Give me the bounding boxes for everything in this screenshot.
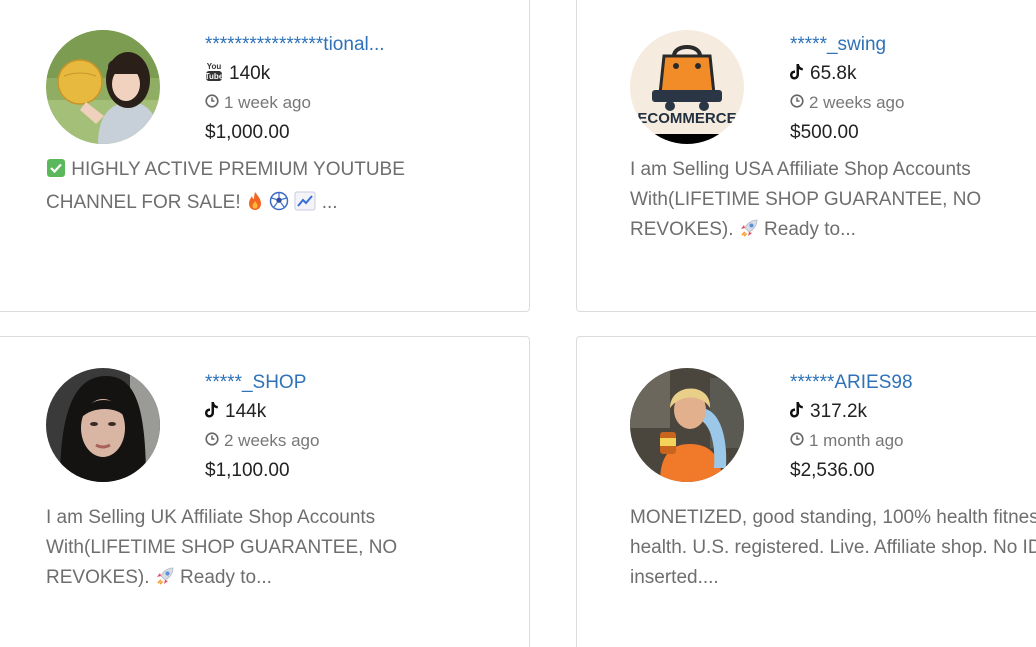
svg-text:You: You <box>207 62 222 71</box>
price: $1,000.00 <box>205 122 290 143</box>
time-text: 2 weeks ago <box>809 93 905 112</box>
clock-icon <box>205 93 219 113</box>
posted-time: 1 week ago <box>205 93 385 113</box>
avatar[interactable]: ECOMMERCE <box>630 30 744 144</box>
price: $1,100.00 <box>205 460 290 481</box>
listing-card[interactable]: ECOMMERCE *****_swing 65.8k 2 weeks ago … <box>576 0 1036 312</box>
follower-stat: 65.8k <box>790 63 904 85</box>
listing-info: *****_swing 65.8k 2 weeks ago $500.00 <box>790 34 904 144</box>
description-ellipsis: Ready to... <box>180 567 272 588</box>
clock-icon <box>790 431 804 451</box>
follower-count: 140k <box>229 63 271 84</box>
fire-icon <box>246 191 264 221</box>
follower-count: 317.2k <box>810 401 868 422</box>
listing-info: *****_SHOP 144k 2 weeks ago $1,100.00 <box>205 372 319 482</box>
listing-grid: ****************tional... You Tube 140k … <box>0 0 1036 647</box>
listing-card[interactable]: ******ARIES98 317.2k 1 month ago $2,536.… <box>576 336 1036 647</box>
fitness-woman-photo <box>630 368 744 482</box>
rocket-icon <box>739 218 759 248</box>
listing-description: I am Selling USA Affiliate Shop Accounts… <box>630 155 1036 248</box>
youtube-icon: You Tube <box>205 61 224 87</box>
posted-time: 2 weeks ago <box>205 431 319 451</box>
girl-with-ball-photo <box>46 30 160 144</box>
follower-stat: You Tube 140k <box>205 61 385 87</box>
price: $500.00 <box>790 122 859 143</box>
clock-icon <box>205 431 219 451</box>
description-ellipsis: ... <box>321 192 338 213</box>
price: $2,536.00 <box>790 460 875 481</box>
description-text: MONETIZED, good standing, 100% health fi… <box>630 507 1036 588</box>
avatar[interactable] <box>46 368 160 482</box>
listing-info: ******ARIES98 317.2k 1 month ago $2,536.… <box>790 372 913 482</box>
time-text: 1 month ago <box>809 431 904 450</box>
check-mark-icon <box>46 158 66 188</box>
soccer-ball-icon <box>269 191 289 221</box>
tiktok-icon <box>790 63 804 86</box>
follower-count: 65.8k <box>810 63 857 84</box>
seller-link[interactable]: *****_swing <box>790 34 904 56</box>
seller-link[interactable]: *****_SHOP <box>205 372 319 394</box>
description-ellipsis: Ready to... <box>764 219 856 240</box>
woman-portrait-photo <box>46 368 160 482</box>
follower-stat: 317.2k <box>790 401 913 423</box>
svg-text:Tube: Tube <box>205 72 223 81</box>
clock-icon <box>790 93 804 113</box>
posted-time: 1 month ago <box>790 431 913 451</box>
logo-text: ECOMMERCE <box>637 110 736 127</box>
listing-description: HIGHLY ACTIVE PREMIUM YOUTUBE CHANNEL FO… <box>46 155 486 221</box>
time-text: 1 week ago <box>224 93 311 112</box>
listing-card[interactable]: ****************tional... You Tube 140k … <box>0 0 530 312</box>
listing-description: I am Selling UK Affiliate Shop Accounts … <box>46 503 446 596</box>
listing-card[interactable]: *****_SHOP 144k 2 weeks ago $1,100.00 I … <box>0 336 530 647</box>
ecommerce-logo: ECOMMERCE <box>630 30 744 144</box>
avatar[interactable] <box>46 30 160 144</box>
avatar[interactable] <box>630 368 744 482</box>
follower-count: 144k <box>225 401 267 422</box>
tiktok-icon <box>205 401 219 424</box>
listing-info: ****************tional... You Tube 140k … <box>205 34 385 144</box>
seller-link[interactable]: ****************tional... <box>205 34 385 56</box>
rocket-icon <box>155 566 175 596</box>
follower-stat: 144k <box>205 401 319 423</box>
tiktok-icon <box>790 401 804 424</box>
chart-increasing-icon <box>294 191 316 221</box>
listing-description: MONETIZED, good standing, 100% health fi… <box>630 503 1036 593</box>
seller-link[interactable]: ******ARIES98 <box>790 372 913 394</box>
description-text: HIGHLY ACTIVE PREMIUM YOUTUBE CHANNEL FO… <box>46 159 405 213</box>
time-text: 2 weeks ago <box>224 431 320 450</box>
posted-time: 2 weeks ago <box>790 93 904 113</box>
